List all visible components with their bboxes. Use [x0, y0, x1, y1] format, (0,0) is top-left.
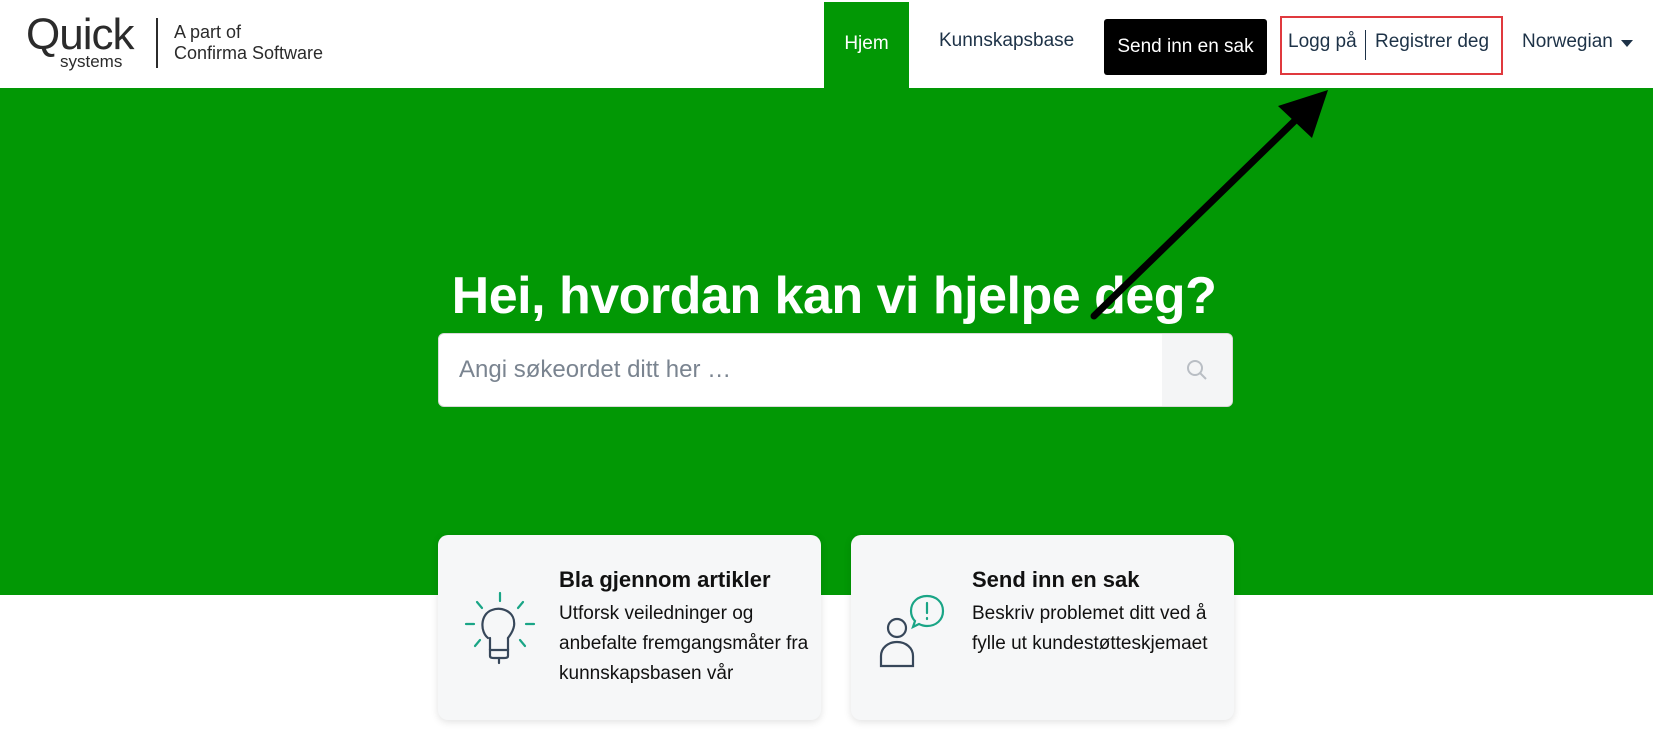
user-alert-icon: [879, 594, 945, 668]
hero-title: Hei, hvordan kan vi hjelpe deg?: [451, 267, 1217, 325]
card-title: Bla gjennom artikler: [559, 567, 771, 592]
search-button[interactable]: [1162, 334, 1232, 406]
logo-divider: [156, 18, 158, 68]
logo-sub: systems: [60, 52, 123, 71]
logo-tagline: A part of Confirma Software: [174, 22, 323, 64]
site-header: Quick systems A part of Confirma Softwar…: [0, 0, 1653, 88]
card-title: Send inn en sak: [972, 567, 1140, 592]
logo-tagline-line-1: A part of: [174, 22, 242, 42]
hero-section: Hei, hvordan kan vi hjelpe deg?: [0, 88, 1653, 595]
login-link[interactable]: Logg på: [1288, 31, 1357, 53]
nav-home-tab[interactable]: Hjem: [824, 2, 909, 88]
search-input[interactable]: [439, 334, 1164, 406]
card-description: Beskriv problemet ditt ved å fylle ut ku…: [972, 603, 1208, 654]
logo-mark: Quick systems: [26, 10, 144, 72]
caret-down-icon: [1620, 39, 1633, 47]
quick-systems-logo[interactable]: Quick systems A part of Confirma Softwar…: [26, 10, 323, 72]
login-register-separator: [1365, 30, 1366, 60]
language-label: Norwegian: [1522, 31, 1613, 52]
annotation-arrow-icon: [1090, 90, 1328, 320]
logo-tagline-line-2: Confirma Software: [174, 43, 324, 63]
language-dropdown[interactable]: Norwegian: [1522, 31, 1633, 53]
lightbulb-icon: [464, 591, 536, 665]
register-link[interactable]: Registrer deg: [1375, 31, 1489, 53]
search-bar: [438, 333, 1233, 407]
submit-case-card[interactable]: Send inn en sak Beskriv problemet ditt v…: [851, 535, 1234, 720]
submit-case-button[interactable]: Send inn en sak: [1104, 19, 1267, 75]
nav-knowledge-base-link[interactable]: Kunnskapsbase: [939, 30, 1074, 52]
card-description: Utforsk veiledninger og anbefalte fremga…: [559, 603, 809, 684]
search-icon: [1187, 360, 1207, 380]
browse-articles-card[interactable]: Bla gjennom artikler Utforsk veiledninge…: [438, 535, 821, 720]
